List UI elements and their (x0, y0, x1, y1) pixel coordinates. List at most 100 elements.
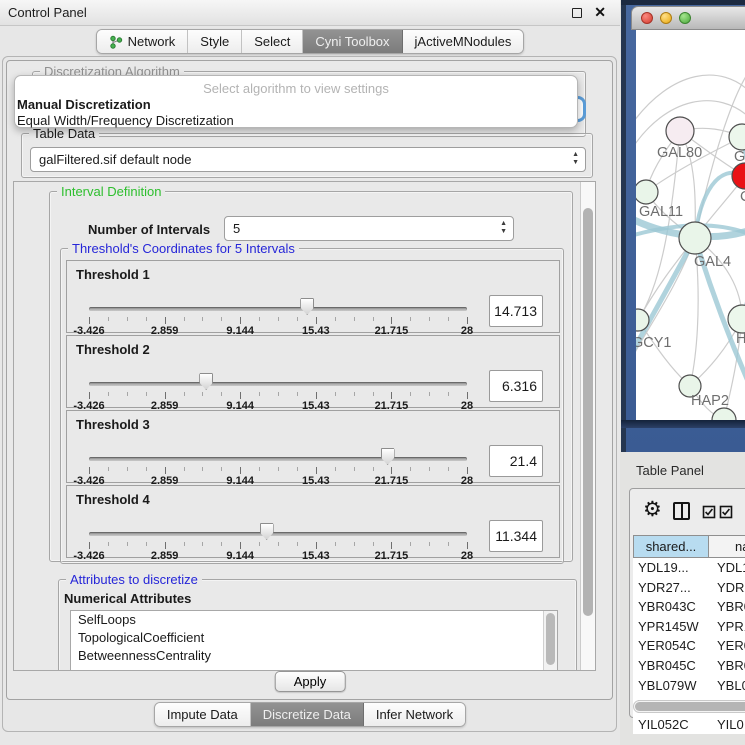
table-horizontal-scrollbar[interactable] (633, 700, 745, 713)
threshold-label: Threshold 3 (76, 417, 150, 432)
settings-vertical-scrollbar[interactable] (580, 182, 595, 670)
attributes-scrollbar-thumb[interactable] (546, 613, 555, 665)
checkbox-checked-icon[interactable] (702, 505, 716, 519)
network-node[interactable] (679, 222, 711, 254)
mac-zoom-icon[interactable] (679, 12, 691, 24)
numerical-attributes-list[interactable]: SelfLoopsTopologicalCoefficientBetweenne… (70, 610, 558, 671)
attributes-list-scrollbar[interactable] (543, 611, 557, 671)
checkbox-checked-icon[interactable] (719, 505, 733, 519)
tab-select[interactable]: Select (242, 30, 303, 53)
threshold-slider[interactable]: -3.4262.8599.14415.4321.71528 (89, 447, 467, 483)
network-node[interactable] (712, 408, 736, 420)
table-row[interactable]: YBR045CYBR0 (633, 656, 745, 676)
split-columns-icon[interactable] (673, 502, 690, 520)
tab-discretize-data[interactable]: Discretize Data (251, 703, 364, 726)
tab-infer-network[interactable]: Infer Network (364, 703, 465, 726)
tick-mark (165, 392, 166, 399)
table-row[interactable]: YDL19...YDL1 (633, 558, 745, 578)
table-cell[interactable]: YER0 (709, 636, 745, 656)
tab-cyni-toolbox[interactable]: Cyni Toolbox (303, 30, 402, 53)
threshold-slider[interactable]: -3.4262.8599.14415.4321.71528 (89, 297, 467, 333)
threshold-slider[interactable]: -3.4262.8599.14415.4321.71528 (89, 372, 467, 408)
float-window-icon[interactable] (572, 8, 582, 18)
close-icon[interactable]: ✕ (594, 4, 606, 21)
tab-jactivemnodules[interactable]: jActiveMNodules (403, 30, 524, 53)
threshold-slider-row: -3.4262.8599.14415.4321.71528 6.316 (75, 372, 551, 408)
table-cell[interactable]: YBR043C (633, 597, 709, 617)
tick-mark (316, 542, 317, 549)
table-cell[interactable]: YDR2 (709, 578, 745, 598)
table-cell[interactable]: YIL052C (633, 715, 709, 735)
table-row[interactable]: YDR27...YDR2 (633, 578, 745, 598)
tick-mark (373, 317, 374, 321)
table-cell[interactable]: YBL079W (633, 676, 709, 696)
table-row[interactable]: YER054CYER0 (633, 636, 745, 656)
table-cell[interactable]: YIL0 (709, 715, 745, 735)
table-row[interactable]: YIL052CYIL0 (633, 715, 745, 735)
table-cell[interactable]: YDL1 (709, 558, 745, 578)
number-of-intervals-spinner[interactable]: 5 ▲▼ (224, 216, 514, 241)
settings-scrollbar-thumb[interactable] (583, 208, 593, 616)
network-node[interactable] (732, 163, 745, 189)
algorithm-option[interactable]: Manual Discretization (17, 97, 151, 113)
slider-track[interactable] (89, 307, 467, 311)
table-cell[interactable]: YDR27... (633, 578, 709, 598)
slider-track[interactable] (89, 457, 467, 461)
mac-close-icon[interactable] (641, 12, 653, 24)
table-row[interactable]: YBR043CYBR0 (633, 597, 745, 617)
threshold-value[interactable]: 6.316 (489, 370, 543, 402)
slider-thumb[interactable] (300, 298, 314, 315)
table-scrollbar-thumb[interactable] (635, 702, 745, 711)
network-window-titlebar[interactable] (631, 6, 745, 30)
threshold-slider[interactable]: -3.4262.8599.14415.4321.71528 (89, 522, 467, 558)
table-cell[interactable]: YBR0 (709, 597, 745, 617)
algorithm-option[interactable]: Equal Width/Frequency Discretization (17, 113, 234, 129)
slider-thumb[interactable] (260, 523, 274, 540)
table-column-header[interactable]: shared... (633, 535, 709, 558)
slider-track[interactable] (89, 382, 467, 386)
network-edge[interactable] (636, 75, 745, 125)
table-cell[interactable]: YDL19... (633, 558, 709, 578)
table-column-header[interactable]: na (709, 535, 745, 558)
attribute-list-item[interactable]: SelfLoops (71, 611, 557, 629)
gear-icon[interactable]: ⚙ (643, 497, 662, 521)
network-node[interactable] (666, 117, 694, 145)
table-cell[interactable]: YBL0 (709, 676, 745, 696)
tick-mark (297, 542, 298, 546)
table-row[interactable]: YPR145WYPR1 (633, 617, 745, 637)
network-node-label: GAL80 (657, 145, 702, 161)
table-cell[interactable]: YPR145W (633, 617, 709, 637)
table-row[interactable]: YBL079WYBL0 (633, 676, 745, 696)
combo-arrows-icon: ▲▼ (572, 151, 579, 167)
table-cell[interactable]: YER054C (633, 636, 709, 656)
table-cell[interactable]: YBR0 (709, 656, 745, 676)
slider-thumb[interactable] (199, 373, 213, 390)
tick-mark (240, 392, 241, 399)
network-canvas[interactable]: GAL80GACGAL11GAL4GCY1HHAP2 (636, 30, 745, 420)
tab-impute-data[interactable]: Impute Data (155, 703, 251, 726)
tick-mark (335, 392, 336, 396)
tab-style[interactable]: Style (188, 30, 242, 53)
spinner-arrows-icon: ▲▼ (500, 220, 507, 236)
tab-network[interactable]: Network (97, 30, 189, 53)
network-node[interactable] (636, 180, 658, 204)
tab-label: Select (254, 34, 290, 49)
apply-button[interactable]: Apply (275, 671, 346, 692)
attribute-list-item[interactable]: TopologicalCoefficient (71, 629, 557, 647)
threshold-value[interactable]: 11.344 (489, 520, 543, 552)
network-node[interactable] (728, 305, 745, 333)
table-cell[interactable]: YPR1 (709, 617, 745, 637)
table-data-selected-value: galFiltered.sif default node (39, 152, 191, 167)
slider-thumb[interactable] (381, 448, 395, 465)
network-node-label: GCY1 (636, 335, 672, 351)
threshold-value[interactable]: 14.713 (489, 295, 543, 327)
tick-mark (391, 467, 392, 474)
mac-minimize-icon[interactable] (660, 12, 672, 24)
threshold-value[interactable]: 21.4 (489, 445, 543, 477)
table-data-combobox[interactable]: galFiltered.sif default node ▲▼ (30, 147, 586, 172)
slider-track[interactable] (89, 532, 467, 536)
table-cell[interactable]: YBR045C (633, 656, 709, 676)
tick-mark (240, 542, 241, 549)
network-node[interactable] (729, 124, 745, 150)
attribute-list-item[interactable]: BetweennessCentrality (71, 647, 557, 665)
